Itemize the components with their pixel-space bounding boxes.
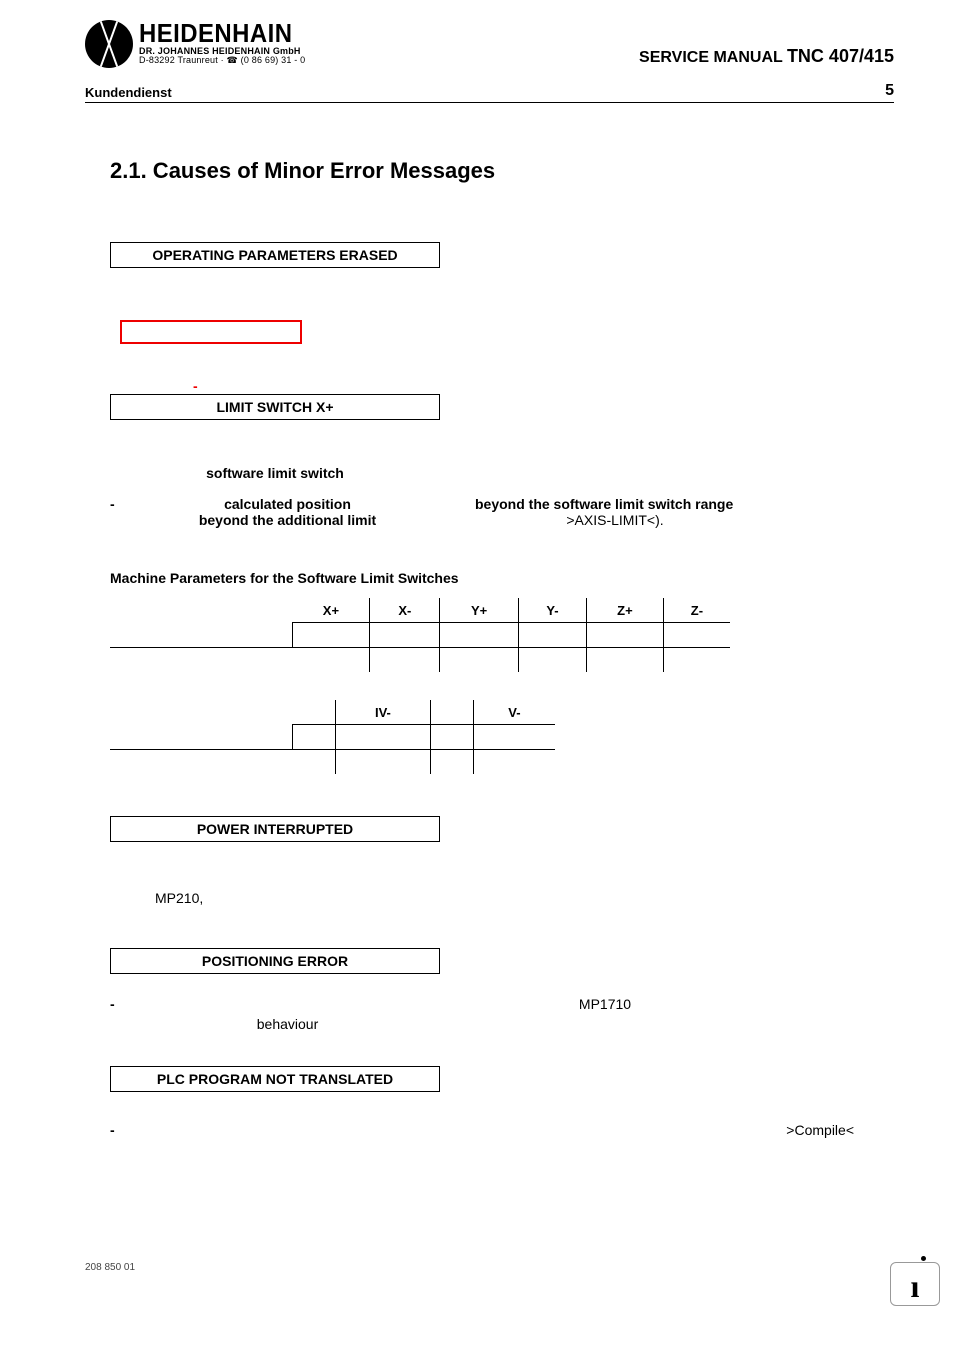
dash-marker: -	[193, 378, 198, 394]
beyond-additional-label: beyond the additional limit	[199, 512, 376, 528]
document-header: HEIDENHAIN DR. JOHANNES HEIDENHAIN GmbH …	[85, 20, 894, 68]
kundendienst-label: Kundendienst	[85, 85, 172, 100]
service-manual-label: SERVICE MANUAL	[639, 49, 782, 66]
kundendienst-row: Kundendienst 5	[85, 82, 894, 103]
table-header-cell: Y-	[518, 598, 586, 623]
table-header-cell	[110, 700, 293, 725]
box-limit-switch: LIMIT SWITCH X+	[110, 394, 440, 420]
dash-marker: -	[110, 496, 115, 512]
table-header-cell	[293, 700, 336, 725]
table-header-cell: Z+	[587, 598, 664, 623]
calculated-position-label: calculated position	[224, 496, 351, 512]
table-header-cell: Z-	[663, 598, 730, 623]
box-positioning-error: POSITIONING ERROR	[110, 948, 440, 974]
table-row	[110, 750, 555, 775]
mp-table-2: IV- V-	[110, 700, 555, 774]
table-row	[110, 623, 730, 648]
table-header-cell: X+	[293, 598, 370, 623]
behaviour-label: behaviour	[257, 1016, 319, 1032]
mp1710-label: MP1710	[579, 996, 631, 1012]
mp210-label: MP210,	[155, 890, 894, 906]
logo-subtitle-2: D-83292 Traunreut · ☎ (0 86 69) 31 - 0	[139, 56, 306, 65]
section-title: 2.1. Causes of Minor Error Messages	[110, 158, 894, 184]
logo-block: HEIDENHAIN DR. JOHANNES HEIDENHAIN GmbH …	[85, 20, 306, 68]
table-header-cell	[110, 598, 293, 623]
table-header-cell: IV-	[335, 700, 430, 725]
box-power-interrupted: POWER INTERRUPTED	[110, 816, 440, 842]
beyond-software-label: beyond the software limit switch range	[475, 496, 733, 512]
page-number: 5	[885, 82, 894, 100]
heidenhain-logo-icon	[85, 20, 133, 68]
info-icon[interactable]: ı	[890, 1262, 940, 1306]
model-label: TNC 407/415	[787, 46, 894, 66]
compile-label: >Compile<	[786, 1122, 854, 1138]
table-row	[110, 648, 730, 673]
table-header-cell: V-	[473, 700, 555, 725]
table-heading: Machine Parameters for the Software Limi…	[110, 570, 894, 586]
box-plc-not-translated: PLC PROGRAM NOT TRANSLATED	[110, 1066, 440, 1092]
table-header-cell: Y+	[440, 598, 519, 623]
box-operating-parameters-erased: OPERATING PARAMETERS ERASED	[110, 242, 440, 268]
software-limit-switch-label: software limit switch	[110, 465, 440, 481]
table-header-cell: X-	[370, 598, 440, 623]
axis-limit-label: >AXIS-LIMIT<).	[566, 512, 663, 528]
footer-code: 208 850 01	[85, 1262, 135, 1273]
logo-name: HEIDENHAIN	[139, 20, 292, 46]
red-highlight-box	[120, 320, 302, 344]
mp-table-1: X+ X- Y+ Y- Z+ Z-	[110, 598, 730, 672]
table-row	[110, 725, 555, 750]
manual-title: SERVICE MANUAL TNC 407/415	[639, 20, 894, 67]
dash-marker: -	[110, 996, 115, 1012]
dash-marker: -	[110, 1122, 115, 1138]
table-header-cell	[431, 700, 474, 725]
